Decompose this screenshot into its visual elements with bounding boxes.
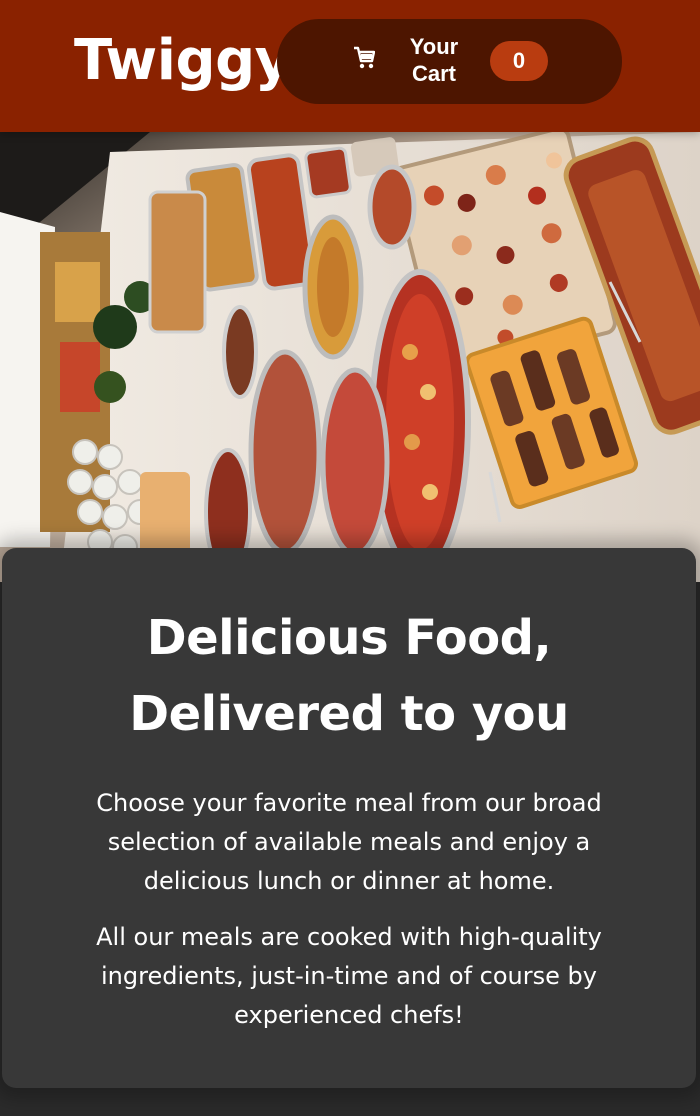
page: Twiggy Your Cart 0 Delicious Food, Deliv… xyxy=(0,0,700,1116)
cart-count-badge: 0 xyxy=(490,41,548,81)
shopping-cart-icon xyxy=(353,46,376,70)
hero-image xyxy=(0,132,700,582)
site-header: Twiggy Your Cart 0 xyxy=(0,0,700,132)
cart-label: Your Cart xyxy=(409,34,459,86)
summary-card: Delicious Food, Delivered to you Choose … xyxy=(2,548,696,1088)
brand-logo: Twiggy xyxy=(74,28,291,93)
summary-paragraph-1: Choose your favorite meal from our broad… xyxy=(96,789,602,895)
summary-title: Delicious Food, Delivered to you xyxy=(129,610,569,742)
summary-paragraph-2: All our meals are cooked with high-quali… xyxy=(96,923,602,1029)
cart-button[interactable]: Your Cart 0 xyxy=(277,19,622,104)
